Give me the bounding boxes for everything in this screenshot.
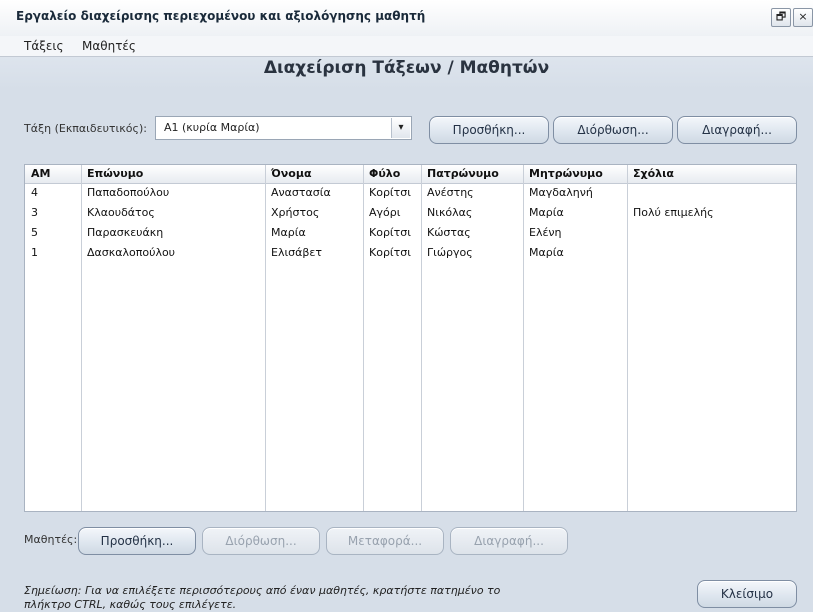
add-class-button[interactable]: Προσθήκη... (429, 116, 549, 144)
menu-classes[interactable]: Τάξεις (24, 39, 64, 53)
class-label: Τάξη (Εκπαιδευτικός): (24, 122, 147, 135)
column-header-gender[interactable]: Φύλο (369, 167, 400, 180)
cell-name: Αναστασία (271, 186, 331, 199)
edit-class-button[interactable]: Διόρθωση... (553, 116, 673, 144)
column-header-father-name[interactable]: Πατρώνυμο (427, 167, 499, 180)
cell-gender: Αγόρι (369, 206, 401, 219)
cell-father-name: Γιώργος (427, 246, 473, 259)
cell-name: Μαρία (271, 226, 306, 239)
cell-mother-name: Μαρία (529, 206, 564, 219)
cell-am: 5 (31, 226, 38, 239)
cell-surname: Κλαουδάτος (87, 206, 155, 219)
cell-comments: Πολύ επιμελής (633, 206, 714, 219)
cell-mother-name: Ελένη (529, 226, 562, 239)
cell-surname: Παπαδοπούλου (87, 186, 170, 199)
table-header: AM Επώνυμο Όνομα Φύλο Πατρώνυμο Μητρώνυμ… (25, 165, 796, 184)
table-row[interactable]: 4 Παπαδοπούλου Αναστασία Κορίτσι Ανέστης… (25, 183, 796, 203)
cell-gender: Κορίτσι (369, 186, 411, 199)
class-select-value: Α1 (κυρία Μαρία) (164, 121, 260, 134)
move-student-button[interactable]: Μεταφορά... (326, 527, 444, 555)
cell-surname: Παρασκευάκη (87, 226, 164, 239)
cell-name: Ελισάβετ (271, 246, 322, 259)
edit-student-button[interactable]: Διόρθωση... (202, 527, 320, 555)
cell-father-name: Ανέστης (427, 186, 474, 199)
menu-students[interactable]: Μαθητές (82, 39, 136, 53)
cell-am: 1 (31, 246, 38, 259)
table-row[interactable]: 5 Παρασκευάκη Μαρία Κορίτσι Κώστας Ελένη (25, 223, 796, 243)
window-title: Εργαλείο διαχείρισης περιεχομένου και αξ… (16, 9, 426, 23)
column-header-comments[interactable]: Σχόλια (633, 167, 674, 180)
close-button[interactable]: Κλείσιμο (697, 580, 797, 608)
selection-note: Σημείωση: Για να επιλέξετε περισσότερους… (24, 584, 501, 611)
cell-gender: Κορίτσι (369, 226, 411, 239)
table-row[interactable]: 3 Κλαουδάτος Χρήστος Αγόρι Νικόλας Μαρία… (25, 203, 796, 223)
cell-father-name: Νικόλας (427, 206, 473, 219)
class-select[interactable]: Α1 (κυρία Μαρία) ▾ (155, 116, 412, 140)
delete-class-button[interactable]: Διαγραφή... (677, 116, 797, 144)
cell-am: 3 (31, 206, 38, 219)
add-student-button[interactable]: Προσθήκη... (78, 527, 196, 555)
main-window: Εργαλείο διαχείρισης περιεχομένου και αξ… (0, 0, 813, 612)
delete-student-button[interactable]: Διαγραφή... (450, 527, 568, 555)
column-header-am[interactable]: AM (31, 167, 50, 180)
chevron-down-icon[interactable]: ▾ (391, 118, 410, 138)
restore-window-icon[interactable]: 🗗 (771, 8, 791, 27)
cell-father-name: Κώστας (427, 226, 471, 239)
menu-bar: Τάξεις Μαθητές (0, 36, 813, 57)
cell-am: 4 (31, 186, 38, 199)
column-header-mother-name[interactable]: Μητρώνυμο (529, 167, 603, 180)
students-table[interactable]: AM Επώνυμο Όνομα Φύλο Πατρώνυμο Μητρώνυμ… (24, 164, 797, 512)
column-header-name[interactable]: Όνομα (271, 167, 312, 180)
students-label: Μαθητές: (24, 533, 78, 546)
cell-mother-name: Μαρία (529, 246, 564, 259)
column-header-surname[interactable]: Επώνυμο (87, 167, 143, 180)
page-title: Διαχείριση Τάξεων / Μαθητών (263, 58, 550, 78)
table-row[interactable]: 1 Δασκαλοπούλου Ελισάβετ Κορίτσι Γιώργος… (25, 243, 796, 263)
title-bar: Εργαλείο διαχείρισης περιεχομένου και αξ… (0, 0, 813, 37)
close-window-icon[interactable]: × (793, 8, 813, 27)
cell-mother-name: Μαγδαληνή (529, 186, 593, 199)
cell-surname: Δασκαλοπούλου (87, 246, 176, 259)
cell-name: Χρήστος (271, 206, 320, 219)
cell-gender: Κορίτσι (369, 246, 411, 259)
